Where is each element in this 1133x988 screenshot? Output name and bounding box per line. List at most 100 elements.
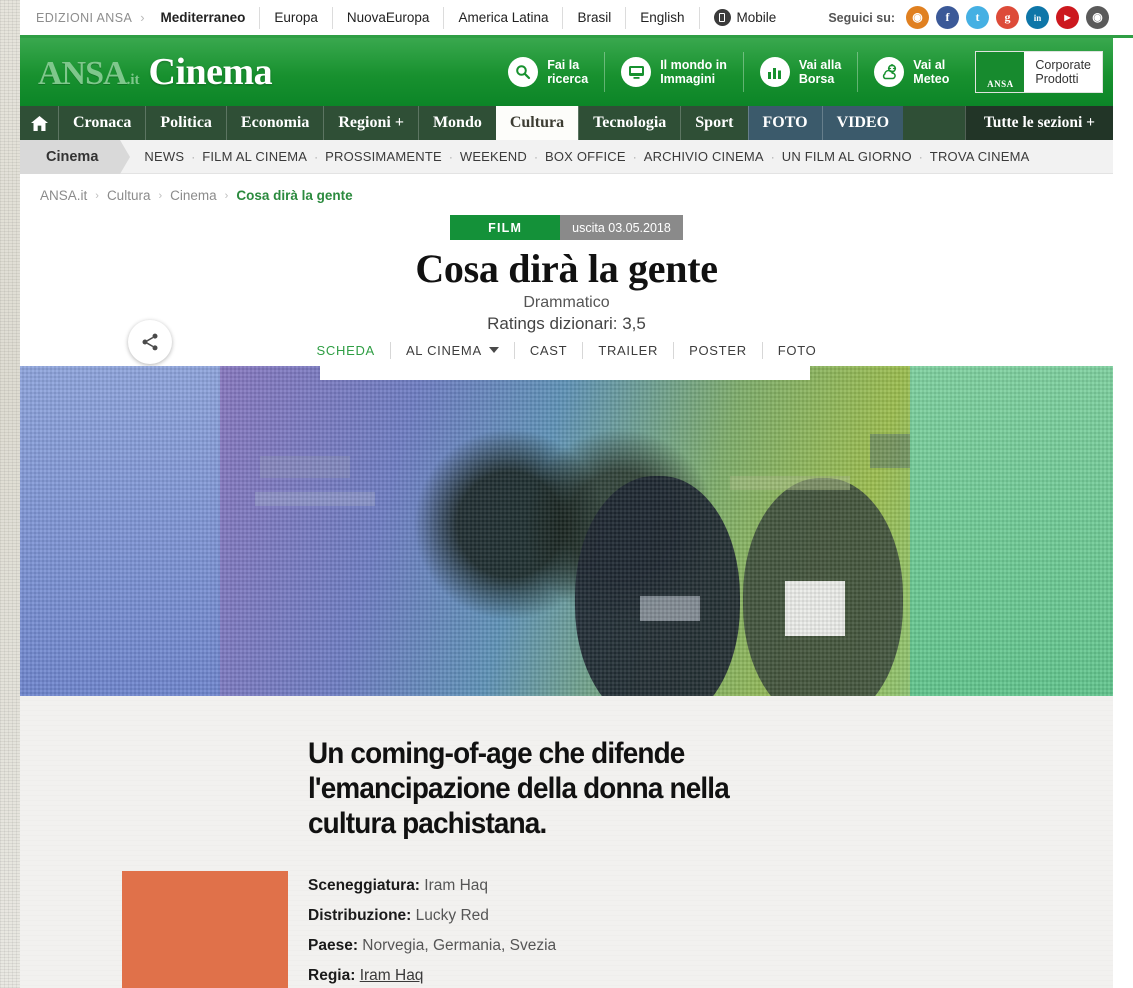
header-action-immagini[interactable]: Il mondo in Immagini [605, 52, 744, 92]
credit-row: Regia: Iram Haq [308, 961, 776, 988]
film-tab-trailer[interactable]: TRAILER [583, 341, 675, 359]
nav-item-tutte-le-sezioni[interactable]: Tutte le sezioni + [964, 106, 1113, 140]
edition-label: Brasil [577, 9, 612, 25]
film-poster-thumbnail[interactable] [122, 871, 288, 988]
social-icons: ◉ f t g in ▶ ◉ [906, 6, 1109, 29]
breadcrumb-item[interactable]: Cultura [107, 188, 151, 203]
subnav-link-trova-cinema[interactable]: TROVA CINEMA [930, 149, 1030, 164]
credit-label: Sceneggiatura: [308, 877, 425, 894]
subnav-separator: · [632, 149, 637, 164]
nav-item-sport[interactable]: Sport [680, 106, 747, 140]
nav-item-politica[interactable]: Politica [145, 106, 226, 140]
edition-link-nuovaeuropa[interactable]: NuovaEuropa [331, 6, 444, 29]
breadcrumb-item[interactable]: Cinema [170, 188, 217, 203]
credit-value[interactable]: Iram Haq [360, 967, 424, 984]
subnav-link-weekend[interactable]: WEEKEND [460, 149, 527, 164]
film-tab-al-cinema[interactable]: AL CINEMA [391, 341, 515, 359]
film-tab-cast[interactable]: CAST [515, 341, 584, 359]
nav-item-label: Politica [160, 114, 212, 131]
header-action-ricerca[interactable]: Fai la ricerca [492, 52, 606, 92]
header-action-line1: Vai alla [798, 58, 842, 72]
edition-link-english[interactable]: English [625, 6, 698, 29]
film-badges: FILM uscita 03.05.2018 [450, 215, 683, 240]
film-tab-scheda[interactable]: SCHEDA [302, 341, 391, 359]
site-logo[interactable]: ANSA .it Cinema [38, 50, 273, 94]
facebook-icon[interactable]: f [936, 6, 959, 29]
header-action-label: Fai la ricerca [547, 58, 588, 86]
header-action-line2: Meteo [913, 72, 950, 86]
main-nav-items: Cronaca Politica Economia Regioni + Mondo Cul… [58, 106, 1113, 140]
linkedin-icon[interactable]: in [1026, 6, 1049, 29]
nav-item-cronaca[interactable]: Cronaca [58, 106, 145, 140]
subnav-title: Cinema [20, 139, 131, 174]
subnav-separator: · [533, 149, 538, 164]
subnav-links: NEWS · FILM AL CINEMA · PROSSIMAMENTE · WEEKEN… [120, 149, 1029, 164]
edition-link-brasil[interactable]: Brasil [562, 6, 625, 29]
subnav-separator: · [770, 149, 775, 164]
breadcrumb: ANSA.it › Cultura › Cinema › Cosa dirà la gent… [20, 174, 1113, 209]
twitter-icon[interactable]: t [966, 6, 989, 29]
page-title: Cosa dirà la gente [415, 246, 718, 291]
edition-link-america-latina[interactable]: America Latina [443, 6, 562, 29]
nav-item-tecnologia[interactable]: Tecnologia [578, 106, 680, 140]
page-root: EDIZIONI ANSA › Mediterraneo Europa NuovaE… [0, 0, 1133, 988]
film-tab-label: CAST [529, 342, 568, 358]
edition-link-mediterraneo[interactable]: Mediterraneo [147, 7, 260, 29]
header-action-line1: Il mondo in [660, 58, 727, 72]
subnav-separator: · [191, 149, 196, 164]
nav-home-button[interactable] [20, 106, 58, 140]
film-rating: Ratings dizionari: 3,5 [487, 314, 646, 333]
nav-item-label: Cronaca [73, 114, 132, 131]
edition-link-europa[interactable]: Europa [259, 6, 332, 29]
home-icon [30, 115, 48, 131]
film-tab-label: SCHEDA [316, 342, 375, 358]
film-tab-label: POSTER [689, 342, 747, 358]
breadcrumb-item-current: Cosa dirà la gente [236, 188, 353, 203]
nav-item-label: Economia [240, 114, 310, 131]
nav-item-economia[interactable]: Economia [225, 106, 323, 140]
chart-icon [759, 57, 790, 87]
youtube-icon[interactable]: ▶ [1056, 6, 1079, 29]
nav-item-video[interactable]: VIDEO [821, 106, 904, 140]
nav-item-label: Tutte le sezioni + [983, 114, 1095, 131]
subnav-link-un-film-al-giorno[interactable]: UN FILM AL GIORNO [782, 149, 912, 164]
instagram-icon[interactable]: ◉ [1086, 6, 1109, 29]
subnav-link-prossimamente[interactable]: PROSSIMAMENTE [325, 149, 442, 164]
nav-item-mondo[interactable]: Mondo [417, 106, 496, 140]
images-icon [621, 57, 652, 87]
breadcrumb-separator: › [95, 189, 99, 202]
subnav-link-film-al-cinema[interactable]: FILM AL CINEMA [202, 149, 307, 164]
edition-link-mobile[interactable]: Mobile [698, 6, 791, 29]
nav-item-label: Sport [695, 114, 734, 131]
header-action-borsa[interactable]: Vai alla Borsa [744, 52, 859, 92]
rss-icon[interactable]: ◉ [906, 6, 929, 29]
nav-item-label: Tecnologia [593, 114, 667, 131]
subnav-link-archivio-cinema[interactable]: ARCHIVIO CINEMA [644, 149, 764, 164]
credit-value: Norvegia, Germania, Svezia [362, 937, 557, 954]
credit-label: Regia: [308, 967, 360, 984]
share-button[interactable] [128, 320, 172, 364]
logo-section-text: Cinema [148, 51, 273, 93]
badge-type: FILM [450, 215, 561, 240]
nav-item-regioni[interactable]: Regioni + [323, 106, 418, 140]
badge-release-date: uscita 03.05.2018 [560, 215, 683, 240]
corporate-line1: Corporate [1035, 58, 1091, 72]
edition-label: Mediterraneo [160, 9, 246, 25]
mobile-icon [713, 9, 731, 26]
breadcrumb-item[interactable]: ANSA.it [40, 188, 87, 203]
film-tab-foto[interactable]: FOTO [763, 342, 832, 359]
nav-item-label: FOTO [762, 114, 808, 131]
header-action-meteo[interactable]: Vai al Meteo [858, 52, 965, 92]
breadcrumb-separator: › [224, 189, 229, 202]
header-action-line2: Immagini [660, 72, 716, 86]
google-plus-icon[interactable]: g [996, 6, 1019, 29]
subnav-link-box-office[interactable]: BOX OFFICE [545, 149, 626, 164]
nav-item-cultura[interactable]: Cultura [495, 106, 579, 140]
nav-item-label: Cultura [509, 114, 565, 131]
subnav-link-news[interactable]: NEWS [144, 149, 184, 164]
main-navigation: Cronaca Politica Economia Regioni + Mondo Cul… [20, 106, 1113, 140]
corporate-button[interactable]: ANSA Corporate Prodotti [975, 51, 1103, 93]
film-tab-poster[interactable]: POSTER [674, 341, 763, 359]
nav-item-foto[interactable]: FOTO [747, 106, 822, 140]
film-header: FILM uscita 03.05.2018 Cosa dirà la gent… [20, 209, 1113, 334]
